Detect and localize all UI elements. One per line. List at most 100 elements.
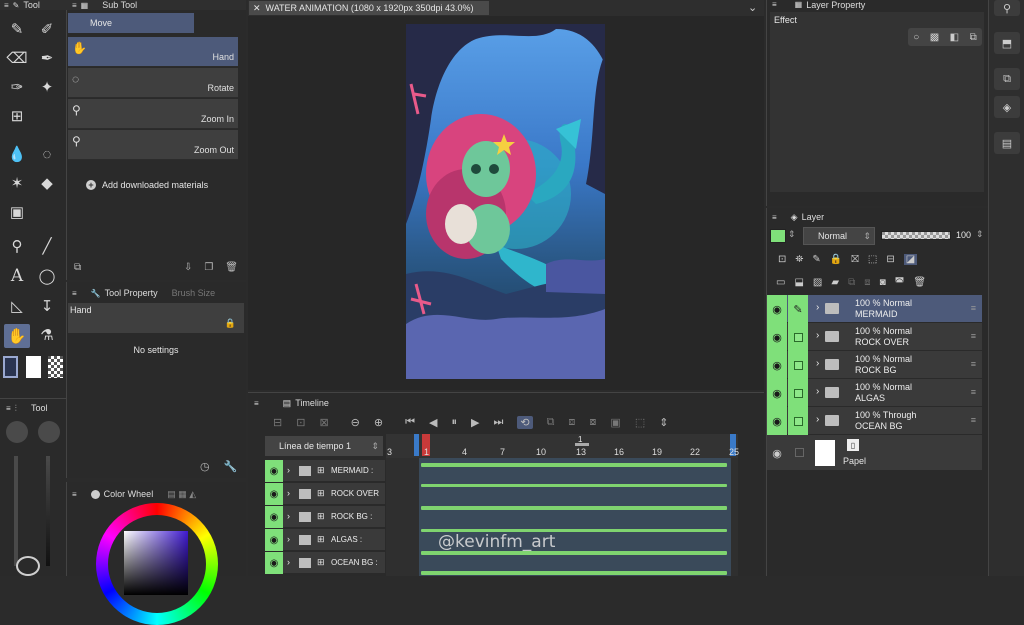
eye-icon[interactable]: ◉ <box>265 506 283 528</box>
timeline-settings-icon[interactable]: ⊡ <box>296 416 305 429</box>
assign-cel-icon[interactable]: ⧈ <box>568 416 575 429</box>
sub-tool-item-zoom-out[interactable]: ⚲ Zoom Out <box>68 130 238 160</box>
draft-layer-icon[interactable]: ✎ <box>812 254 820 265</box>
eye-icon[interactable]: ◉ <box>767 351 787 379</box>
magic-wand-tool-icon[interactable]: ✶ <box>6 172 28 194</box>
merge-down-icon[interactable]: ⧈ <box>864 277 870 288</box>
drag-handle-icon[interactable]: ≡ <box>971 415 976 425</box>
drag-handle-icon[interactable]: ≡ <box>971 359 976 369</box>
frame-tool-icon[interactable]: ◺ <box>6 295 28 317</box>
chevron-right-icon[interactable]: › <box>287 557 290 567</box>
layer-row-paper[interactable]: ◉ ▯ Papel <box>767 435 982 471</box>
artwork[interactable] <box>406 24 605 379</box>
layer-row-algas[interactable]: ◉ › 100 % Normal ALGAS ≡ <box>767 379 982 407</box>
timeline-extra-icon[interactable]: ⬚ <box>635 416 645 429</box>
timeline-track-rock-bg[interactable]: ◉ › ⊞ ROCK BG : <box>265 506 385 528</box>
timeline-track-algas[interactable]: ◉ › ⊞ ALGAS : <box>265 529 385 551</box>
color-square[interactable] <box>124 531 188 595</box>
color-set-tab-icon[interactable]: ▤ ▦ ◭ <box>167 489 196 500</box>
sparkle-tool-icon[interactable]: ✦ <box>36 76 58 98</box>
reference-layer-icon[interactable]: ⛯ <box>795 254 803 265</box>
eye-icon[interactable]: ◉ <box>767 323 787 351</box>
timeline-stepper-icon[interactable]: ⇕ <box>659 416 668 429</box>
go-to-start-icon[interactable]: ⏮ <box>405 416 415 429</box>
pause-icon[interactable]: ⏸ <box>451 416 457 429</box>
eye-icon[interactable]: ◉ <box>767 295 787 323</box>
plus-icon[interactable]: ⊞ <box>317 534 325 545</box>
chevron-down-icon[interactable]: ⌄ <box>748 1 757 14</box>
loop-playback-icon[interactable]: ⟲ <box>517 415 533 429</box>
layer-row-ocean-bg[interactable]: ◉ › 100 % Through OCEAN BG ≡ <box>767 407 982 435</box>
edit-checkbox[interactable] <box>795 448 804 457</box>
gradient-tool-icon[interactable]: ▣ <box>6 201 28 223</box>
timeline-cel-bar[interactable] <box>421 571 727 575</box>
new-folder-icon[interactable]: ▰ <box>831 277 839 288</box>
hand-tool-icon[interactable]: ✋ <box>4 324 30 348</box>
duplicate-icon[interactable]: ❐ <box>204 262 213 273</box>
sub-tool-item-rotate[interactable]: ◌ Rotate <box>68 68 238 98</box>
menu-icon[interactable]: ≡ <box>4 1 9 10</box>
edit-pencil-icon[interactable]: ✎ <box>788 295 808 323</box>
layer-row-rock-bg[interactable]: ◉ › 100 % Normal ROCK BG ≡ <box>767 351 982 379</box>
border-effect-icon[interactable]: ○ <box>913 32 919 43</box>
balloon-tool-icon[interactable]: ◯ <box>36 265 58 287</box>
brush-size-tab[interactable]: Brush Size <box>172 288 216 298</box>
timeline-ruler[interactable] <box>386 434 738 458</box>
new-raster-layer-icon[interactable]: ▭ <box>776 277 785 288</box>
apply-mask-icon[interactable]: ◚ <box>895 277 905 288</box>
edit-checkbox[interactable] <box>788 323 808 351</box>
go-to-end-icon[interactable]: ⏭ <box>493 416 503 429</box>
eye-icon[interactable]: ◉ <box>265 552 283 574</box>
zoom-out-timeline-icon[interactable]: ⊖ <box>351 416 360 429</box>
edit-timeline-icon[interactable]: ⊠ <box>319 416 328 429</box>
history-strip-icon[interactable]: ▤ <box>994 132 1020 154</box>
edit-checkbox[interactable] <box>788 379 808 407</box>
rotate-icon[interactable] <box>16 556 40 576</box>
layer-row-rock-over[interactable]: ◉ › 100 % Normal ROCK OVER ≡ <box>767 323 982 351</box>
new-vector-layer-icon[interactable]: ⬓ <box>794 277 803 288</box>
plus-icon[interactable]: ⊞ <box>317 465 325 476</box>
chevron-right-icon[interactable]: › <box>816 358 819 369</box>
brush-size-dot-small[interactable] <box>38 421 60 443</box>
eye-icon[interactable]: ◉ <box>767 435 787 471</box>
initial-settings-icon[interactable]: ◷ <box>200 460 210 473</box>
close-tab-icon[interactable]: ✕ <box>253 3 261 14</box>
new-fill-layer-icon[interactable]: ▨ <box>813 277 822 288</box>
layer-row-mermaid[interactable]: ◉ ✎ › 100 % Normal MERMAID ≡ <box>767 295 982 323</box>
mask-enable-icon[interactable]: ⬚ <box>868 254 877 265</box>
menu-icon[interactable]: ≡ <box>72 289 77 298</box>
opacity-value[interactable]: 100 <box>956 230 971 240</box>
new-cel-icon[interactable]: ⧉ <box>547 416 555 429</box>
grid-tool-icon[interactable]: ⊞ <box>6 105 28 127</box>
edit-checkbox[interactable] <box>788 407 808 435</box>
text-tool-icon[interactable]: A <box>6 265 28 287</box>
timeline-cel-bar[interactable] <box>421 463 727 467</box>
trash-icon[interactable]: 🗑 <box>913 277 926 288</box>
layer-strip-icon[interactable]: ◈ <box>994 96 1020 118</box>
layer-color-icon[interactable]: ◧ <box>950 32 959 43</box>
effect-extra-icon[interactable]: ⧉ <box>970 32 977 43</box>
sub-tool-item-zoom-in[interactable]: ⚲ Zoom In <box>68 99 238 129</box>
sub-tool-item-hand[interactable]: ✋ Hand <box>68 37 238 67</box>
light-table-icon[interactable]: ▣ <box>610 416 620 429</box>
timeline-cel-bar[interactable] <box>421 506 727 510</box>
sub-color-swatch[interactable] <box>26 356 41 378</box>
plus-icon[interactable]: ⊞ <box>317 488 325 499</box>
navigator-icon[interactable]: ⚲ <box>994 0 1020 16</box>
blend-tool-icon[interactable]: 💧 <box>6 143 28 165</box>
menu-icon[interactable]: ≡ <box>772 213 777 222</box>
zoom-in-timeline-icon[interactable]: ⊕ <box>374 416 383 429</box>
ruler-tool-icon[interactable]: ↧ <box>36 295 58 317</box>
chevron-right-icon[interactable]: › <box>287 465 290 475</box>
chevron-right-icon[interactable]: › <box>816 302 819 313</box>
menu-icon[interactable]: ≡ <box>72 490 77 499</box>
opacity-slider[interactable] <box>881 231 951 240</box>
timeline-name-select[interactable]: Línea de tiempo 1 ⇕ <box>265 436 383 456</box>
drag-handle-icon[interactable]: ≡ <box>971 331 976 341</box>
figure-tool-icon[interactable]: ⚲ <box>6 235 28 257</box>
drag-handle-icon[interactable]: ≡ <box>971 387 976 397</box>
eye-icon[interactable]: ◉ <box>265 529 283 551</box>
add-materials-button[interactable]: + Add downloaded materials <box>86 180 208 190</box>
layer-color-swatch[interactable] <box>770 229 786 243</box>
chevron-right-icon[interactable]: › <box>287 534 290 544</box>
